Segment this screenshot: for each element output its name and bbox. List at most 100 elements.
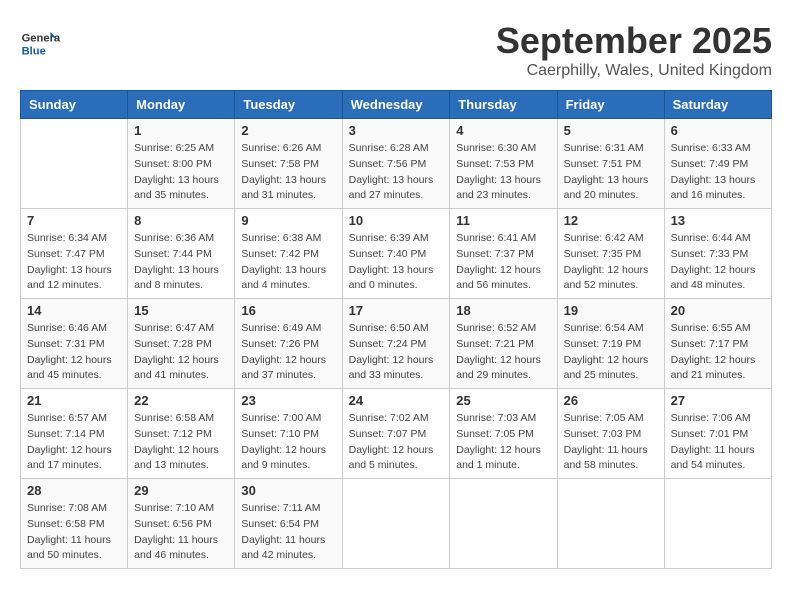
day-info: Sunrise: 6:46 AMSunset: 7:31 PMDaylight:… (27, 321, 121, 384)
calendar-cell: 10Sunrise: 6:39 AMSunset: 7:40 PMDayligh… (342, 209, 450, 299)
svg-text:Blue: Blue (22, 45, 46, 57)
calendar-cell: 30 Sunrise: 7:11 AMSunset: 6:54 PMDayligh… (235, 479, 342, 569)
day-number: 5 (564, 123, 658, 138)
day-info: Sunrise: 7:05 AMSunset: 7:03 PMDaylight:… (564, 411, 658, 474)
day-number: 26 (564, 393, 658, 408)
calendar-cell: 12 Sunrise: 6:42 AMSunset: 7:35 PMDayligh… (557, 209, 664, 299)
calendar-cell: 14 Sunrise: 6:46 AMSunset: 7:31 PMDayligh… (21, 299, 128, 389)
calendar-cell (557, 479, 664, 569)
calendar-week-1: 1 Sunrise: 6:25 AMSunset: 8:00 PMDaylight… (21, 119, 772, 209)
day-number: 4 (456, 123, 550, 138)
calendar-cell: 11 Sunrise: 6:41 AMSunset: 7:37 PMDayligh… (450, 209, 557, 299)
day-info: Sunrise: 6:54 AMSunset: 7:19 PMDaylight:… (564, 321, 658, 384)
day-info: Sunrise: 6:26 AMSunset: 7:58 PMDaylight:… (241, 141, 335, 204)
day-number: 1 (134, 123, 228, 138)
day-info: Sunrise: 6:34 AMSunset: 7:47 PMDaylight:… (27, 231, 121, 294)
day-info: Sunrise: 6:55 AMSunset: 7:17 PMDaylight:… (671, 321, 765, 384)
day-info: Sunrise: 6:52 AMSunset: 7:21 PMDaylight:… (456, 321, 550, 384)
calendar-week-5: 28Sunrise: 7:08 AMSunset: 6:58 PMDayligh… (21, 479, 772, 569)
day-info: Sunrise: 6:50 AMSunset: 7:24 PMDaylight:… (349, 321, 444, 384)
day-info: Sunrise: 6:49 AMSunset: 7:26 PMDaylight:… (241, 321, 335, 384)
day-number: 13 (671, 213, 765, 228)
day-info: Sunrise: 7:11 AMSunset: 6:54 PMDaylight:… (241, 501, 335, 564)
logo: General Blue (20, 24, 66, 64)
calendar-table: SundayMondayTuesdayWednesdayThursdayFrid… (20, 90, 772, 569)
calendar-cell: 23 Sunrise: 7:00 AMSunset: 7:10 PMDayligh… (235, 389, 342, 479)
day-info: Sunrise: 7:10 AMSunset: 6:56 PMDaylight:… (134, 501, 228, 564)
weekday-header-saturday: Saturday (664, 91, 771, 119)
calendar-cell: 3Sunrise: 6:28 AMSunset: 7:56 PMDaylight… (342, 119, 450, 209)
day-number: 30 (241, 483, 335, 498)
day-info: Sunrise: 7:08 AMSunset: 6:58 PMDaylight:… (27, 501, 121, 564)
day-info: Sunrise: 6:42 AMSunset: 7:35 PMDaylight:… (564, 231, 658, 294)
day-number: 24 (349, 393, 444, 408)
title-block: September 2025 Caerphilly, Wales, United… (496, 20, 772, 80)
calendar-cell: 25 Sunrise: 7:03 AMSunset: 7:05 PMDayligh… (450, 389, 557, 479)
calendar-cell (342, 479, 450, 569)
day-number: 19 (564, 303, 658, 318)
day-number: 9 (241, 213, 335, 228)
calendar-cell: 15 Sunrise: 6:47 AMSunset: 7:28 PMDayligh… (128, 299, 235, 389)
day-info: Sunrise: 6:33 AMSunset: 7:49 PMDaylight:… (671, 141, 765, 204)
day-number: 29 (134, 483, 228, 498)
calendar-cell: 20 Sunrise: 6:55 AMSunset: 7:17 PMDayligh… (664, 299, 771, 389)
weekday-header-row: SundayMondayTuesdayWednesdayThursdayFrid… (21, 91, 772, 119)
calendar-cell (21, 119, 128, 209)
calendar-cell: 6 Sunrise: 6:33 AMSunset: 7:49 PMDaylight… (664, 119, 771, 209)
day-info: Sunrise: 6:25 AMSunset: 8:00 PMDaylight:… (134, 141, 228, 204)
day-info: Sunrise: 6:28 AMSunset: 7:56 PMDaylight:… (349, 141, 444, 204)
day-info: Sunrise: 7:03 AMSunset: 7:05 PMDaylight:… (456, 411, 550, 474)
calendar-cell: 24Sunrise: 7:02 AMSunset: 7:07 PMDayligh… (342, 389, 450, 479)
month-title: September 2025 (496, 20, 772, 62)
day-number: 6 (671, 123, 765, 138)
day-info: Sunrise: 7:00 AMSunset: 7:10 PMDaylight:… (241, 411, 335, 474)
calendar-cell: 7 Sunrise: 6:34 AMSunset: 7:47 PMDaylight… (21, 209, 128, 299)
calendar-cell: 18 Sunrise: 6:52 AMSunset: 7:21 PMDayligh… (450, 299, 557, 389)
weekday-header-sunday: Sunday (21, 91, 128, 119)
page-header: General Blue September 2025 Caerphilly, … (20, 20, 772, 80)
day-number: 8 (134, 213, 228, 228)
day-number: 7 (27, 213, 121, 228)
day-number: 23 (241, 393, 335, 408)
calendar-cell: 2Sunrise: 6:26 AMSunset: 7:58 PMDaylight… (235, 119, 342, 209)
calendar-cell: 27 Sunrise: 7:06 AMSunset: 7:01 PMDayligh… (664, 389, 771, 479)
day-number: 21 (27, 393, 121, 408)
logo-icon: General Blue (20, 24, 60, 64)
day-info: Sunrise: 7:06 AMSunset: 7:01 PMDaylight:… (671, 411, 765, 474)
calendar-cell: 17 Sunrise: 6:50 AMSunset: 7:24 PMDayligh… (342, 299, 450, 389)
weekday-header-wednesday: Wednesday (342, 91, 450, 119)
day-number: 27 (671, 393, 765, 408)
calendar-cell: 13 Sunrise: 6:44 AMSunset: 7:33 PMDayligh… (664, 209, 771, 299)
calendar-week-3: 14 Sunrise: 6:46 AMSunset: 7:31 PMDayligh… (21, 299, 772, 389)
day-info: Sunrise: 6:44 AMSunset: 7:33 PMDaylight:… (671, 231, 765, 294)
day-number: 14 (27, 303, 121, 318)
day-number: 18 (456, 303, 550, 318)
calendar-cell: 29 Sunrise: 7:10 AMSunset: 6:56 PMDayligh… (128, 479, 235, 569)
calendar-cell: 16 Sunrise: 6:49 AMSunset: 7:26 PMDayligh… (235, 299, 342, 389)
calendar-cell: 8 Sunrise: 6:36 AMSunset: 7:44 PMDaylight… (128, 209, 235, 299)
day-number: 16 (241, 303, 335, 318)
day-number: 20 (671, 303, 765, 318)
day-number: 25 (456, 393, 550, 408)
day-info: Sunrise: 6:36 AMSunset: 7:44 PMDaylight:… (134, 231, 228, 294)
calendar-cell: 22Sunrise: 6:58 AMSunset: 7:12 PMDayligh… (128, 389, 235, 479)
day-number: 17 (349, 303, 444, 318)
day-info: Sunrise: 6:41 AMSunset: 7:37 PMDaylight:… (456, 231, 550, 294)
calendar-cell: 4Sunrise: 6:30 AMSunset: 7:53 PMDaylight… (450, 119, 557, 209)
day-info: Sunrise: 6:47 AMSunset: 7:28 PMDaylight:… (134, 321, 228, 384)
day-number: 12 (564, 213, 658, 228)
day-info: Sunrise: 6:38 AMSunset: 7:42 PMDaylight:… (241, 231, 335, 294)
calendar-cell: 9 Sunrise: 6:38 AMSunset: 7:42 PMDaylight… (235, 209, 342, 299)
calendar-week-4: 21Sunrise: 6:57 AMSunset: 7:14 PMDayligh… (21, 389, 772, 479)
calendar-cell: 21Sunrise: 6:57 AMSunset: 7:14 PMDayligh… (21, 389, 128, 479)
calendar-week-2: 7 Sunrise: 6:34 AMSunset: 7:47 PMDaylight… (21, 209, 772, 299)
weekday-header-thursday: Thursday (450, 91, 557, 119)
calendar-cell: 1 Sunrise: 6:25 AMSunset: 8:00 PMDaylight… (128, 119, 235, 209)
calendar-cell (664, 479, 771, 569)
day-number: 15 (134, 303, 228, 318)
calendar-cell (450, 479, 557, 569)
day-number: 22 (134, 393, 228, 408)
day-number: 11 (456, 213, 550, 228)
weekday-header-tuesday: Tuesday (235, 91, 342, 119)
weekday-header-friday: Friday (557, 91, 664, 119)
